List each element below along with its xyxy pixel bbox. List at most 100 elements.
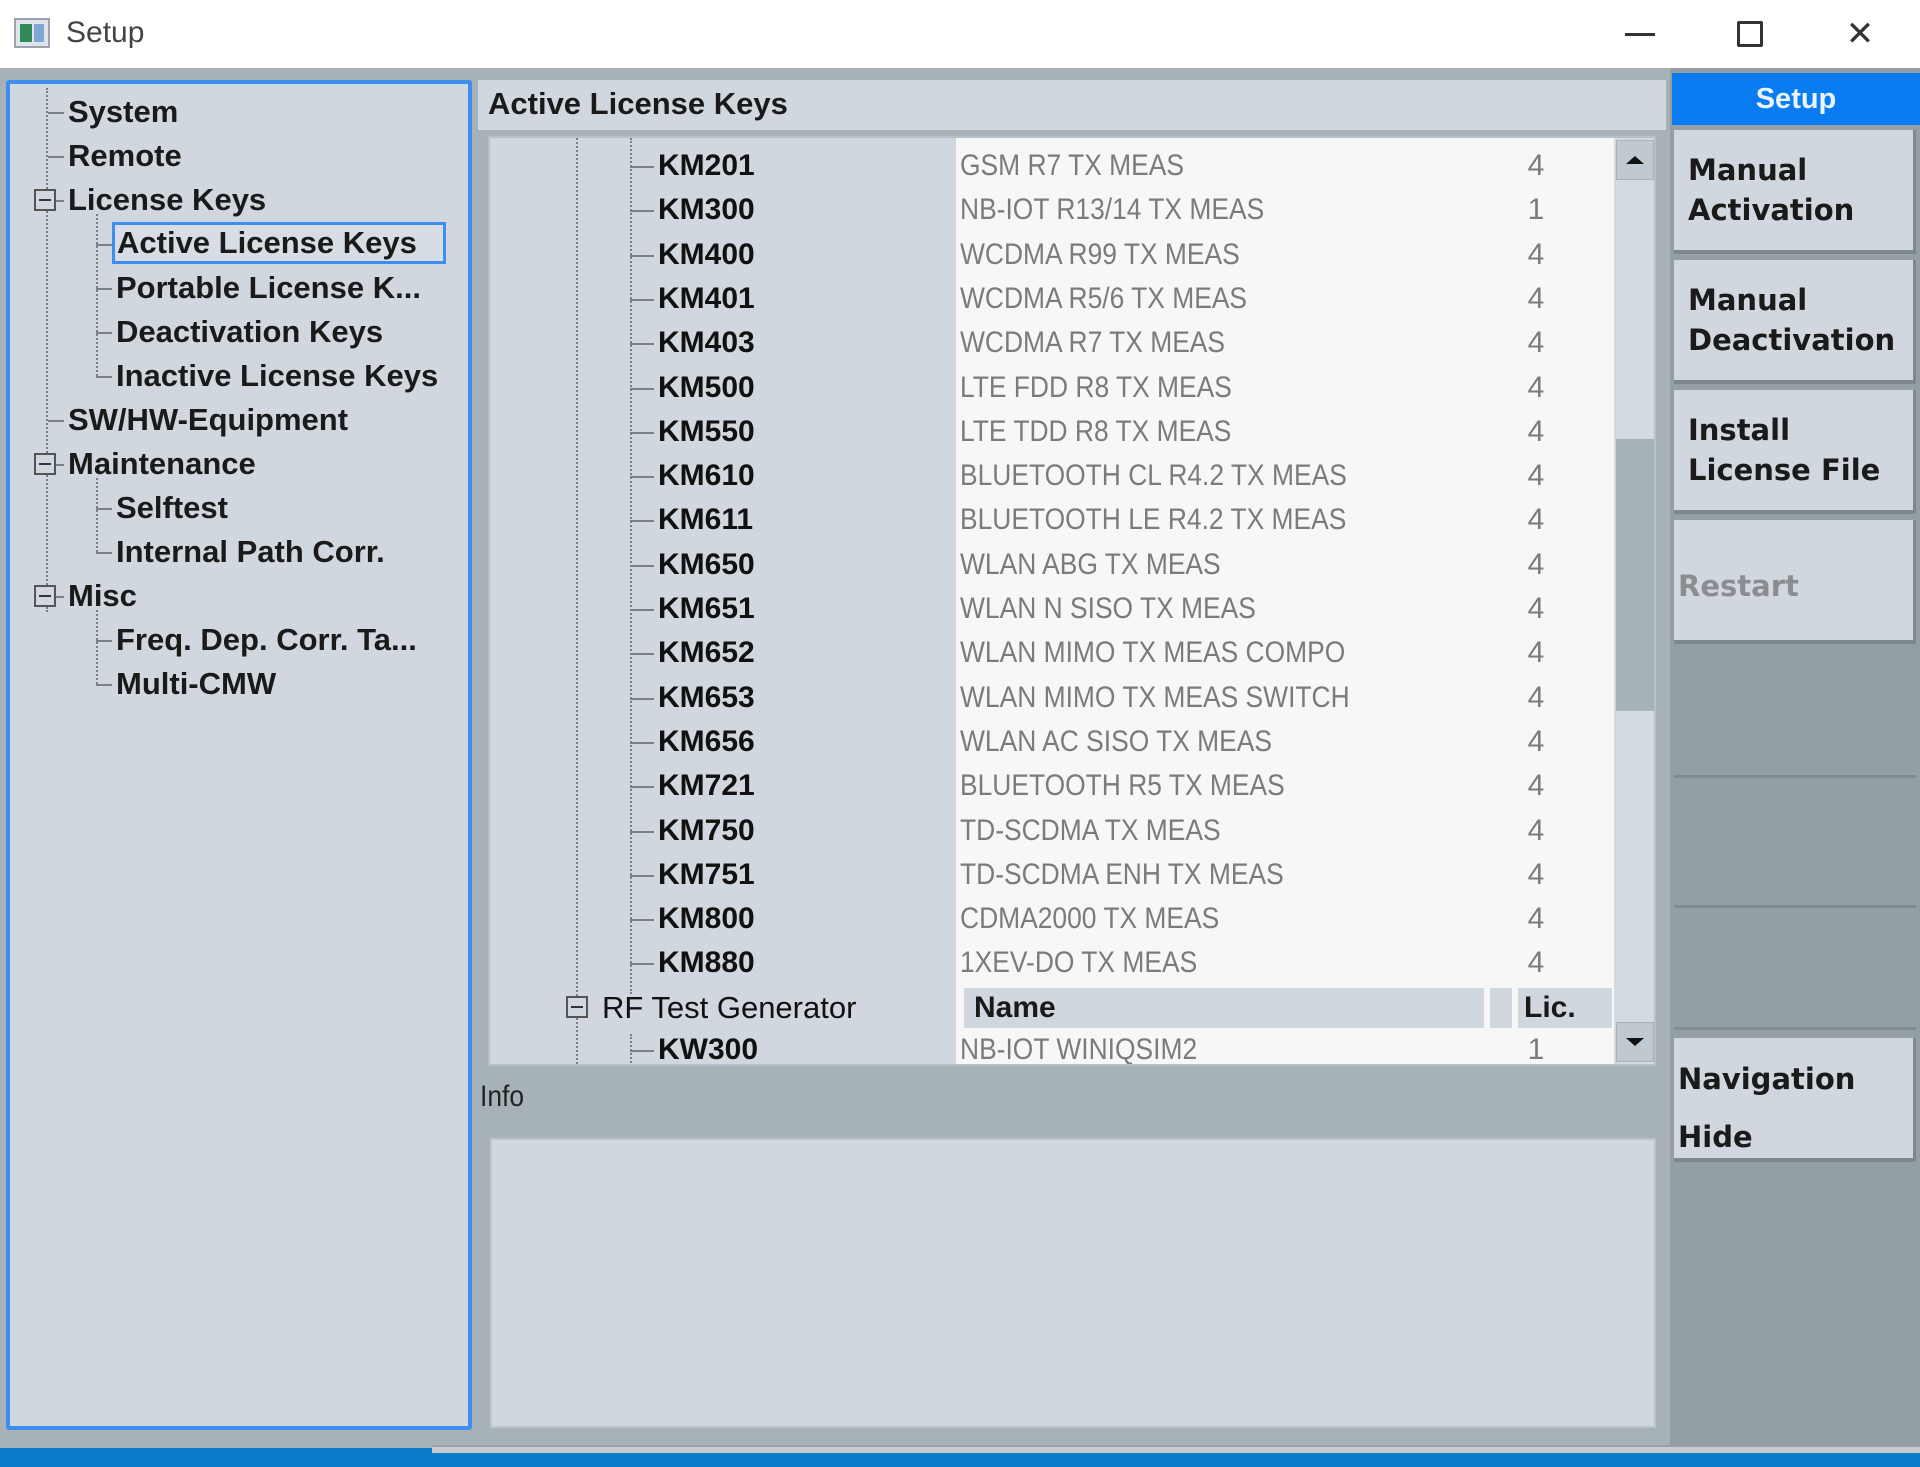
collapse-icon[interactable] xyxy=(34,453,56,475)
tree-connector xyxy=(630,1050,654,1052)
info-box xyxy=(490,1138,1656,1428)
tree-connector xyxy=(630,387,654,390)
license-name: TD-SCDMA TX MEAS xyxy=(960,813,1221,847)
tree-connector xyxy=(48,420,64,422)
license-count: 1 xyxy=(1527,1033,1545,1066)
tree-connector xyxy=(630,609,654,611)
nav-item-freq-dep-corr-ta[interactable]: Freq. Dep. Corr. Ta... xyxy=(116,620,417,662)
tree-connector xyxy=(630,564,654,567)
license-count: 1 xyxy=(1527,193,1545,227)
license-key: KM721 xyxy=(658,769,755,803)
license-key: KM500 xyxy=(658,370,755,404)
arrow-down-icon xyxy=(1626,1038,1644,1046)
license-name: NB-IOT WINIQSIM2 xyxy=(960,1033,1198,1066)
license-name: TD-SCDMA ENH TX MEAS xyxy=(960,857,1284,891)
license-count: 4 xyxy=(1527,237,1545,271)
nav-item-internal-path-corr[interactable]: Internal Path Corr. xyxy=(116,532,385,574)
license-key: KM400 xyxy=(658,237,755,271)
license-key: KM656 xyxy=(658,724,755,758)
nav-item-active-license-keys[interactable]: Active License Keys xyxy=(112,222,446,264)
nav-item-misc[interactable]: Misc xyxy=(68,576,137,618)
license-count: 4 xyxy=(1527,769,1545,803)
empty-softkey xyxy=(1674,910,1916,1030)
tree-connector xyxy=(96,376,112,378)
minimize-button[interactable] xyxy=(1595,6,1685,62)
tree-connector xyxy=(96,508,112,510)
license-name: 1XEV-DO TX MEAS xyxy=(960,946,1198,980)
nav-item-multi-cmw[interactable]: Multi-CMW xyxy=(116,664,276,706)
info-label: Info xyxy=(480,1080,525,1113)
license-key: KM300 xyxy=(658,193,755,227)
license-key: KM650 xyxy=(658,547,755,581)
collapse-icon[interactable] xyxy=(34,189,56,211)
license-name: LTE FDD R8 TX MEAS xyxy=(960,370,1232,404)
maximize-button[interactable] xyxy=(1705,6,1795,62)
tree-connector xyxy=(96,684,112,686)
name-column-header[interactable]: Name xyxy=(964,987,1484,1028)
tree-connector xyxy=(96,332,112,334)
license-count: 4 xyxy=(1527,636,1545,670)
title-bar: Setup ✕ xyxy=(0,0,1920,68)
tree-connector xyxy=(96,640,112,642)
tree-line xyxy=(96,610,98,684)
lic-column-header[interactable]: Lic. xyxy=(1518,987,1612,1028)
tree-connector xyxy=(630,298,654,301)
collapse-icon[interactable] xyxy=(566,995,588,1018)
license-name: WCDMA R99 TX MEAS xyxy=(960,237,1240,271)
nav-item-sw-hw-equipment[interactable]: SW/HW-Equipment xyxy=(68,400,348,442)
nav-item-remote[interactable]: Remote xyxy=(68,136,182,178)
nav-item-deactivation-keys[interactable]: Deactivation Keys xyxy=(116,312,383,354)
license-key[interactable]: KW300 xyxy=(658,1030,758,1064)
manual-activation-button[interactable]: Manual Activation xyxy=(1674,130,1916,254)
navigation-tree: System Remote License Keys Active License K… xyxy=(6,80,472,1430)
tree-connector xyxy=(630,343,654,346)
close-icon: ✕ xyxy=(1845,15,1875,53)
tree-connector xyxy=(48,156,64,158)
license-key: KM750 xyxy=(658,813,755,847)
panel-title: Active License Keys xyxy=(488,86,788,121)
panel-header: Active License Keys xyxy=(478,80,1666,130)
nav-item-portable-license-k[interactable]: Portable License K... xyxy=(116,268,421,310)
softkey-panel: Setup Manual Activation Manual Deactivat… xyxy=(1670,68,1920,1448)
license-count: 4 xyxy=(1527,326,1545,360)
softkey-header: Setup xyxy=(1672,73,1920,125)
license-name: LTE TDD R8 TX MEAS xyxy=(960,414,1232,448)
tree-line xyxy=(96,478,98,552)
license-key-tree: KM201 GSM R7 TX MEAS 4 KM300 NB-IOT R13/14 T… xyxy=(488,136,1656,1066)
nav-item-system[interactable]: System xyxy=(68,92,178,134)
license-key: KM401 xyxy=(658,281,755,315)
license-name: BLUETOOTH LE R4.2 TX MEAS xyxy=(960,503,1347,537)
window-body: System Remote License Keys Active License K… xyxy=(0,68,1920,1448)
tree-connector xyxy=(630,653,654,656)
tree-connector xyxy=(630,431,654,434)
license-count: 4 xyxy=(1527,414,1545,448)
collapse-icon[interactable] xyxy=(34,585,56,607)
scroll-thumb[interactable] xyxy=(1616,438,1654,711)
tree-line xyxy=(576,138,578,1064)
nav-item-selftest[interactable]: Selftest xyxy=(116,488,228,530)
rf-test-generator-group[interactable]: RF Test Generator xyxy=(602,988,856,1028)
license-count: 4 xyxy=(1527,680,1545,714)
license-key: KM800 xyxy=(658,902,755,936)
tree-line xyxy=(46,88,48,612)
restart-button[interactable]: Restart xyxy=(1674,520,1916,644)
tree-connector xyxy=(630,166,654,168)
license-count: 4 xyxy=(1527,902,1545,936)
scroll-down-button[interactable] xyxy=(1616,1022,1654,1062)
vertical-scrollbar[interactable] xyxy=(1614,138,1654,1064)
install-license-file-button[interactable]: Install License File xyxy=(1674,390,1916,514)
license-key: KM751 xyxy=(658,857,755,891)
license-key: KM550 xyxy=(658,414,755,448)
tree-connector xyxy=(630,963,654,966)
manual-deactivation-button[interactable]: Manual Deactivation xyxy=(1674,260,1916,384)
license-count: 4 xyxy=(1527,370,1545,404)
tree-connector xyxy=(630,786,654,789)
navigation-hide-button[interactable]: Navigation Hide xyxy=(1674,1038,1916,1162)
tree-connector xyxy=(96,288,112,290)
nav-item-inactive-license-keys[interactable]: Inactive License Keys xyxy=(116,356,438,398)
scroll-up-button[interactable] xyxy=(1616,140,1654,180)
license-key: KM880 xyxy=(658,946,755,980)
tree-connector xyxy=(630,830,654,833)
license-count: 4 xyxy=(1527,724,1545,758)
close-button[interactable]: ✕ xyxy=(1815,6,1905,62)
